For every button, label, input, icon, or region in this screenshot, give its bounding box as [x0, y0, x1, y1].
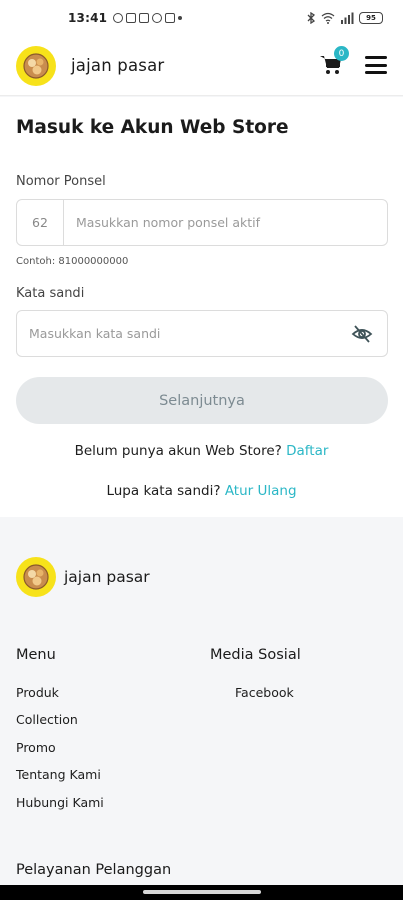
- brand-logo-icon: [23, 52, 49, 79]
- wifi-icon: [321, 12, 335, 24]
- brand-name[interactable]: jajan pasar: [71, 56, 164, 75]
- password-label: Kata sandi: [16, 286, 85, 301]
- forgot-text: Lupa kata sandi?: [106, 483, 221, 499]
- footer-link-facebook[interactable]: Facebook: [235, 685, 294, 700]
- notification-icons: [113, 13, 183, 23]
- register-text: Belum punya akun Web Store?: [74, 443, 282, 459]
- footer-social-heading: Media Sosial: [210, 647, 301, 663]
- site-header: jajan pasar 0: [0, 36, 403, 96]
- page-title: Masuk ke Akun Web Store: [16, 117, 289, 138]
- submit-button[interactable]: Selanjutnya: [16, 377, 388, 424]
- footer-link-collection[interactable]: Collection: [16, 712, 78, 727]
- register-link[interactable]: Daftar: [286, 443, 328, 459]
- footer-link-hubungi-kami[interactable]: Hubungi Kami: [16, 795, 104, 810]
- footer-link-produk[interactable]: Produk: [16, 685, 59, 700]
- brand-logo[interactable]: [16, 45, 56, 86]
- system-nav-bar: [0, 885, 403, 900]
- phone-label: Nomor Ponsel: [16, 174, 106, 189]
- bluetooth-icon: [307, 12, 316, 24]
- eye-off-icon[interactable]: [351, 323, 373, 345]
- forgot-password-link[interactable]: Atur Ulang: [225, 483, 297, 499]
- phone-hint: Contoh: 81000000000: [16, 256, 129, 267]
- status-time: 13:41: [68, 11, 108, 25]
- home-gesture-handle[interactable]: [143, 890, 261, 894]
- footer-brand-name[interactable]: jajan pasar: [64, 568, 150, 586]
- password-input[interactable]: [17, 311, 351, 356]
- forgot-line: Lupa kata sandi? Atur Ulang: [0, 483, 403, 499]
- battery-icon: 95: [359, 12, 383, 24]
- hamburger-menu-icon[interactable]: [365, 56, 387, 74]
- notification-icon: [126, 13, 137, 23]
- twitter-icon: [139, 13, 150, 23]
- footer-logo[interactable]: [16, 557, 56, 597]
- more-dot-icon: [178, 16, 183, 20]
- notification-icon: [165, 13, 176, 23]
- notification-icon: [113, 13, 124, 23]
- password-field[interactable]: [16, 310, 388, 357]
- footer-link-promo[interactable]: Promo: [16, 740, 56, 755]
- register-line: Belum punya akun Web Store? Daftar: [0, 443, 403, 459]
- footer-link-tentang-kami[interactable]: Tentang Kami: [16, 767, 101, 782]
- footer-service-heading: Pelayanan Pelanggan: [16, 862, 172, 878]
- footer-logo-icon: [23, 564, 49, 590]
- notification-icon: [152, 13, 163, 23]
- phone-input[interactable]: [64, 200, 387, 245]
- login-section: Masuk ke Akun Web Store Nomor Ponsel 62 …: [0, 97, 403, 517]
- phone-field[interactable]: 62: [16, 199, 388, 246]
- phone-country-code[interactable]: 62: [17, 200, 64, 245]
- status-bar: 13:41 95: [0, 0, 403, 36]
- signal-icon: [341, 12, 354, 24]
- footer-menu-heading: Menu: [16, 647, 56, 663]
- site-footer: jajan pasar Menu Produk Collection Promo…: [0, 517, 403, 885]
- cart-count-badge: 0: [334, 46, 349, 61]
